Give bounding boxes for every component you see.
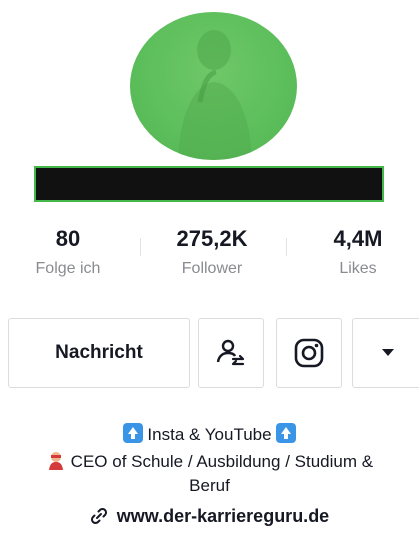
followers-count: 275,2K [176, 226, 248, 251]
profile-avatar[interactable] [130, 12, 297, 160]
redacted-username [34, 166, 384, 202]
bio-line-3: Beruf [189, 476, 230, 495]
bio-line-2: CEO of Schule / Ausbildung / Studium & [0, 450, 419, 472]
stat-likes[interactable]: 4,4M Likes [298, 222, 418, 282]
stat-following[interactable]: 80 Folge ich [8, 222, 128, 282]
person-silhouette-icon [178, 30, 252, 160]
add-friend-icon [216, 339, 245, 366]
bio-text-2: CEO of Schule / Ausbildung / Studium & [70, 452, 374, 471]
link-icon [90, 507, 107, 525]
profile-stats: 80 Folge ich 275,2K Follower 4,4M Likes [0, 222, 419, 292]
likes-count: 4,4M [333, 226, 383, 251]
more-options-button[interactable] [352, 318, 419, 388]
dropdown-arrow-icon [382, 349, 394, 356]
bio-line-1: Insta & YouTube [0, 423, 419, 445]
bio-text-1: Insta & YouTube [147, 425, 272, 444]
add-friend-button[interactable] [198, 318, 264, 388]
up-arrow-emoji-icon [122, 423, 143, 443]
instagram-button[interactable] [276, 318, 342, 388]
followers-label: Follower [181, 260, 243, 277]
stat-divider [140, 238, 141, 256]
likes-label: Likes [339, 260, 377, 277]
superhero-emoji-icon [48, 452, 63, 470]
profile-link[interactable]: www.der-karriereguru.de [0, 506, 419, 527]
message-button[interactable]: Nachricht [8, 318, 190, 388]
up-arrow-emoji-icon [276, 423, 297, 443]
instagram-icon [294, 338, 324, 368]
stat-divider [286, 238, 287, 256]
stat-followers[interactable]: 275,2K Follower [152, 222, 272, 282]
following-count: 80 [55, 226, 81, 251]
following-label: Folge ich [35, 260, 101, 277]
profile-link-text: www.der-karriereguru.de [116, 506, 330, 526]
